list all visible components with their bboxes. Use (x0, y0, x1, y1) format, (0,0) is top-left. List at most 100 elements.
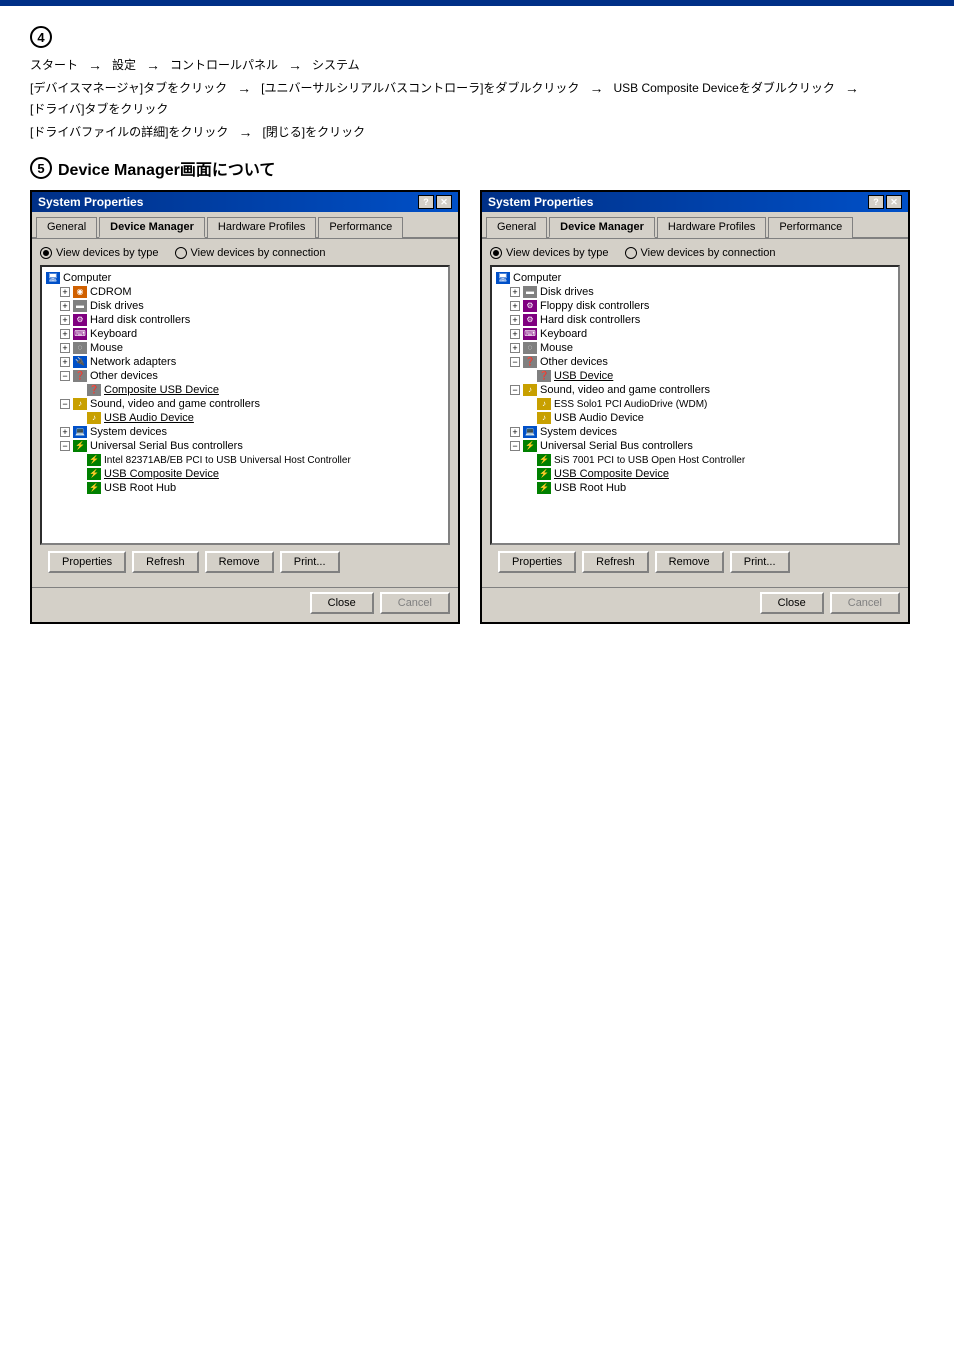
arrow5: → (589, 80, 603, 96)
icon-usb-composite-right: ⚡ (537, 468, 551, 480)
tree-right-mouse[interactable]: ◌ Mouse (496, 341, 894, 355)
btn-left-print[interactable]: Print... (280, 551, 340, 573)
arrow6: → (845, 80, 859, 96)
icon-usb-composite-left: ⚡ (87, 468, 101, 480)
step5-description: Device Manager画面について (58, 156, 275, 180)
tree-left-sound[interactable]: ♪ Sound, video and game controllers (46, 397, 444, 411)
expand-other-left[interactable] (60, 371, 70, 381)
radio-right-by-connection[interactable]: View devices by connection (625, 247, 776, 259)
icon-sis-right: ⚡ (537, 454, 551, 466)
radio-left-by-type[interactable]: View devices by type (40, 247, 159, 259)
tree-left-computer[interactable]: 🖥 Computer (46, 271, 444, 285)
tab-right-device-manager[interactable]: Device Manager (549, 217, 655, 238)
step4-section: 4 スタート → 設定 → コントロールパネル → システム [デバイスマネージ… (30, 26, 924, 140)
tree-right-computer[interactable]: 🖥 Computer (496, 271, 894, 285)
dialog-left-close-btn[interactable]: ✕ (436, 195, 452, 209)
tree-right-usb-ctrl[interactable]: ⚡ Universal Serial Bus controllers (496, 439, 894, 453)
tree-left-composite-usb[interactable]: ❓ Composite USB Device (46, 383, 444, 397)
dialog-left-help-btn[interactable]: ? (418, 195, 434, 209)
tree-right-floppy[interactable]: ⚙ Floppy disk controllers (496, 299, 894, 313)
dialog-right-close-btn[interactable]: ✕ (886, 195, 902, 209)
tree-right-usb-composite[interactable]: ⚡ USB Composite Device (496, 467, 894, 481)
dialog-left-tabs: General Device Manager Hardware Profiles… (32, 212, 458, 239)
expand-usb-ctrl-left[interactable] (60, 441, 70, 451)
btn-right-print[interactable]: Print... (730, 551, 790, 573)
tab-right-hw-profiles[interactable]: Hardware Profiles (657, 217, 766, 238)
btn-left-cancel[interactable]: Cancel (380, 592, 450, 614)
expand-sound-right[interactable] (510, 385, 520, 395)
tree-right-disk[interactable]: ▬ Disk drives (496, 285, 894, 299)
expand-usb-ctrl-right[interactable] (510, 441, 520, 451)
tree-right-usb-device[interactable]: ❓ USB Device (496, 369, 894, 383)
tab-left-general[interactable]: General (36, 217, 97, 238)
icon-other-left: ❓ (73, 370, 87, 382)
tree-right-sis[interactable]: ⚡ SiS 7001 PCI to USB Open Host Controll… (496, 453, 894, 467)
tree-right-usb-audio[interactable]: ♪ USB Audio Device (496, 411, 894, 425)
tree-right-system[interactable]: 💻 System devices (496, 425, 894, 439)
icon-usb-root-left: ⚡ (87, 482, 101, 494)
btn-right-cancel[interactable]: Cancel (830, 592, 900, 614)
icon-hdc-right: ⚙ (523, 314, 537, 326)
expand-sound-left[interactable] (60, 399, 70, 409)
dialog-right-help-btn[interactable]: ? (868, 195, 884, 209)
tree-left-mouse[interactable]: ◌ Mouse (46, 341, 444, 355)
instr2-part1: [デバイスマネージャ]タブをクリック (30, 79, 227, 96)
tab-right-general[interactable]: General (486, 217, 547, 238)
tree-left-hdc[interactable]: ⚙ Hard disk controllers (46, 313, 444, 327)
expand-network-left[interactable] (60, 357, 70, 367)
btn-right-remove[interactable]: Remove (655, 551, 724, 573)
icon-disk-right: ▬ (523, 286, 537, 298)
dialog-left-close-row: Close Cancel (32, 587, 458, 622)
tree-right-other[interactable]: ❓ Other devices (496, 355, 894, 369)
tree-right-keyboard[interactable]: ⌨ Keyboard (496, 327, 894, 341)
tree-left-system[interactable]: 💻 System devices (46, 425, 444, 439)
tree-left-usb-audio[interactable]: ♪ USB Audio Device (46, 411, 444, 425)
tree-left-usb-ctrl[interactable]: ⚡ Universal Serial Bus controllers (46, 439, 444, 453)
expand-keyboard-right[interactable] (510, 329, 520, 339)
expand-floppy-right[interactable] (510, 301, 520, 311)
expand-mouse-right[interactable] (510, 343, 520, 353)
tree-left-intel-usb[interactable]: ⚡ Intel 82371AB/EB PCI to USB Universal … (46, 453, 444, 467)
btn-right-refresh[interactable]: Refresh (582, 551, 649, 573)
expand-disk-left[interactable] (60, 301, 70, 311)
tree-right-usb-root[interactable]: ⚡ USB Root Hub (496, 481, 894, 495)
tab-left-performance[interactable]: Performance (318, 217, 403, 238)
btn-left-properties[interactable]: Properties (48, 551, 126, 573)
tree-right-ess[interactable]: ♪ ESS Solo1 PCI AudioDrive (WDM) (496, 397, 894, 411)
tree-left-cdrom[interactable]: ◉ CDROM (46, 285, 444, 299)
step5-number: 5 Device Manager画面について (30, 156, 924, 180)
instr2-part2: [ユニバーサルシリアルバスコントローラ]をダブルクリック (261, 79, 579, 96)
tree-right-sound[interactable]: ♪ Sound, video and game controllers (496, 383, 894, 397)
icon-disk-left: ▬ (73, 300, 87, 312)
btn-right-properties[interactable]: Properties (498, 551, 576, 573)
radio-left-by-connection[interactable]: View devices by connection (175, 247, 326, 259)
tree-left-other[interactable]: ❓ Other devices (46, 369, 444, 383)
icon-other-right: ❓ (523, 356, 537, 368)
tree-left-usb-composite[interactable]: ⚡ USB Composite Device (46, 467, 444, 481)
expand-keyboard-left[interactable] (60, 329, 70, 339)
tab-right-performance[interactable]: Performance (768, 217, 853, 238)
icon-floppy-right: ⚙ (523, 300, 537, 312)
btn-left-refresh[interactable]: Refresh (132, 551, 199, 573)
tab-left-device-manager[interactable]: Device Manager (99, 217, 205, 238)
btn-right-close[interactable]: Close (760, 592, 824, 614)
expand-other-right[interactable] (510, 357, 520, 367)
tab-left-hw-profiles[interactable]: Hardware Profiles (207, 217, 316, 238)
expand-cdrom-left[interactable] (60, 287, 70, 297)
tree-left-network[interactable]: 🔌 Network adapters (46, 355, 444, 369)
btn-left-close[interactable]: Close (310, 592, 374, 614)
expand-system-left[interactable] (60, 427, 70, 437)
btn-left-remove[interactable]: Remove (205, 551, 274, 573)
expand-hdc-right[interactable] (510, 315, 520, 325)
radio-right-by-type[interactable]: View devices by type (490, 247, 609, 259)
tree-left-usb-root[interactable]: ⚡ USB Root Hub (46, 481, 444, 495)
tree-right-hdc[interactable]: ⚙ Hard disk controllers (496, 313, 894, 327)
tree-left-keyboard[interactable]: ⌨ Keyboard (46, 327, 444, 341)
icon-mouse-left: ◌ (73, 342, 87, 354)
expand-system-right[interactable] (510, 427, 520, 437)
tree-left-disk[interactable]: ▬ Disk drives (46, 299, 444, 313)
expand-hdc-left[interactable] (60, 315, 70, 325)
expand-disk-right[interactable] (510, 287, 520, 297)
dialog-left-action-buttons: Properties Refresh Remove Print... (40, 545, 450, 579)
expand-mouse-left[interactable] (60, 343, 70, 353)
